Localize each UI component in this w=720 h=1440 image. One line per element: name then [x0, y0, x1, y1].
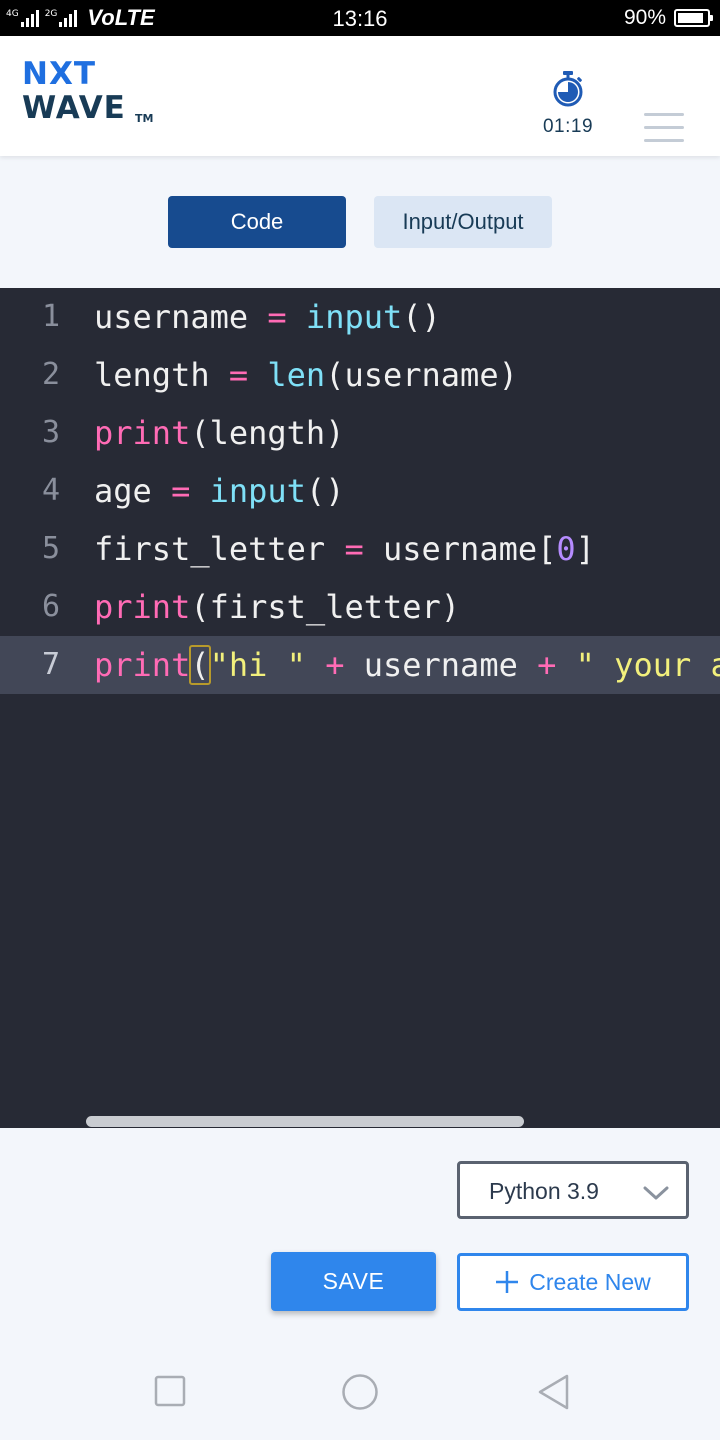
tab-code[interactable]: Code: [168, 196, 346, 248]
stopwatch-icon: [553, 71, 583, 107]
back-icon[interactable]: [536, 1373, 572, 1411]
save-button[interactable]: SAVE: [271, 1252, 436, 1311]
app-header: NXT WAVE TM 01:19: [0, 36, 720, 156]
battery-fill: [678, 13, 703, 23]
code-token: =: [344, 530, 364, 568]
code-line[interactable]: 5 first_letter = username[0]: [0, 520, 720, 578]
code-text: first_letter = username[0]: [94, 531, 595, 567]
code-line[interactable]: 7 print("hi " + username + " your a: [0, 636, 720, 694]
code-text: username = input(): [94, 299, 441, 335]
battery-icon: [674, 9, 713, 27]
code-token: +: [537, 646, 557, 684]
tab-input-output[interactable]: Input/Output: [374, 196, 552, 248]
code-token: "hi ": [209, 646, 306, 684]
logo-line2: WAVE: [22, 90, 126, 126]
code-token: input: [209, 472, 306, 510]
chevron-down-icon: [643, 1186, 669, 1200]
code-text: print(length): [94, 415, 344, 451]
code-token: input: [305, 298, 403, 336]
android-nav-bar: [0, 1340, 720, 1440]
code-token: (username): [325, 356, 518, 394]
language-select[interactable]: Python 3.9: [457, 1161, 689, 1219]
code-text: age = input(): [94, 473, 344, 509]
code-token: =: [228, 356, 249, 394]
line-number: 4: [41, 473, 60, 508]
line-number: 2: [41, 357, 60, 392]
horizontal-scrollbar[interactable]: [86, 1116, 524, 1127]
battery-percent: 90%: [623, 6, 666, 29]
nxtwave-logo[interactable]: NXT WAVE TM: [22, 58, 162, 128]
code-line[interactable]: 4 age = input(): [0, 462, 720, 520]
code-text: print(first_letter): [94, 589, 460, 625]
plus-icon: [496, 1271, 519, 1293]
code-token: print: [94, 646, 191, 684]
status-right: 90%: [623, 5, 713, 31]
code-token: username: [344, 646, 538, 684]
code-token: (): [402, 298, 441, 336]
line-number: 3: [41, 415, 60, 450]
code-token: ]: [575, 530, 595, 568]
code-token: username: [94, 298, 249, 336]
line-number: 5: [41, 531, 60, 566]
timer[interactable]: 01:19: [532, 70, 604, 142]
code-token: +: [325, 646, 345, 684]
line-number: 6: [41, 589, 60, 624]
code-token: (: [189, 645, 211, 685]
code-token: print: [94, 588, 191, 626]
language-selected-value: Python 3.9: [489, 1178, 599, 1204]
home-icon[interactable]: [341, 1373, 379, 1411]
code-line[interactable]: 6 print(first_letter): [0, 578, 720, 636]
line-number: 7: [41, 647, 60, 682]
code-token: =: [267, 298, 287, 336]
code-token: (first_letter): [190, 588, 461, 626]
code-text: length = len(username): [94, 357, 518, 393]
code-token: (length): [190, 414, 345, 452]
timer-value: 01:19: [542, 116, 594, 137]
code-token: (): [305, 472, 345, 510]
logo-trademark: TM: [135, 112, 154, 125]
code-line[interactable]: 3 print(length): [0, 404, 720, 462]
code-token: username[: [382, 530, 557, 568]
code-editor[interactable]: 1 username = input() 2 length = len(usernam…: [0, 288, 720, 1128]
code-token: age: [94, 472, 152, 510]
status-bar: 4G 2G VoLTE 13:16 90%: [0, 0, 720, 36]
line-number: 1: [41, 299, 60, 334]
code-token: " your a: [575, 646, 720, 684]
code-token: print: [94, 414, 191, 452]
code-token: length: [94, 356, 210, 394]
hamburger-menu-icon[interactable]: [644, 113, 688, 145]
status-time: 13:16: [332, 6, 388, 31]
code-token: =: [171, 472, 191, 510]
code-text: print("hi " + username + " your a: [94, 645, 720, 685]
recent-apps-icon[interactable]: [154, 1373, 186, 1409]
code-line[interactable]: 2 length = len(username): [0, 346, 720, 404]
code-token: first_letter: [94, 530, 326, 568]
create-new-label: Create New: [529, 1268, 651, 1295]
code-token: len: [267, 356, 326, 394]
create-new-button[interactable]: Create New: [457, 1253, 689, 1311]
logo-line1: NXT: [22, 56, 96, 92]
code-line[interactable]: 1 username = input(): [0, 288, 720, 346]
code-token: 0: [556, 530, 576, 568]
